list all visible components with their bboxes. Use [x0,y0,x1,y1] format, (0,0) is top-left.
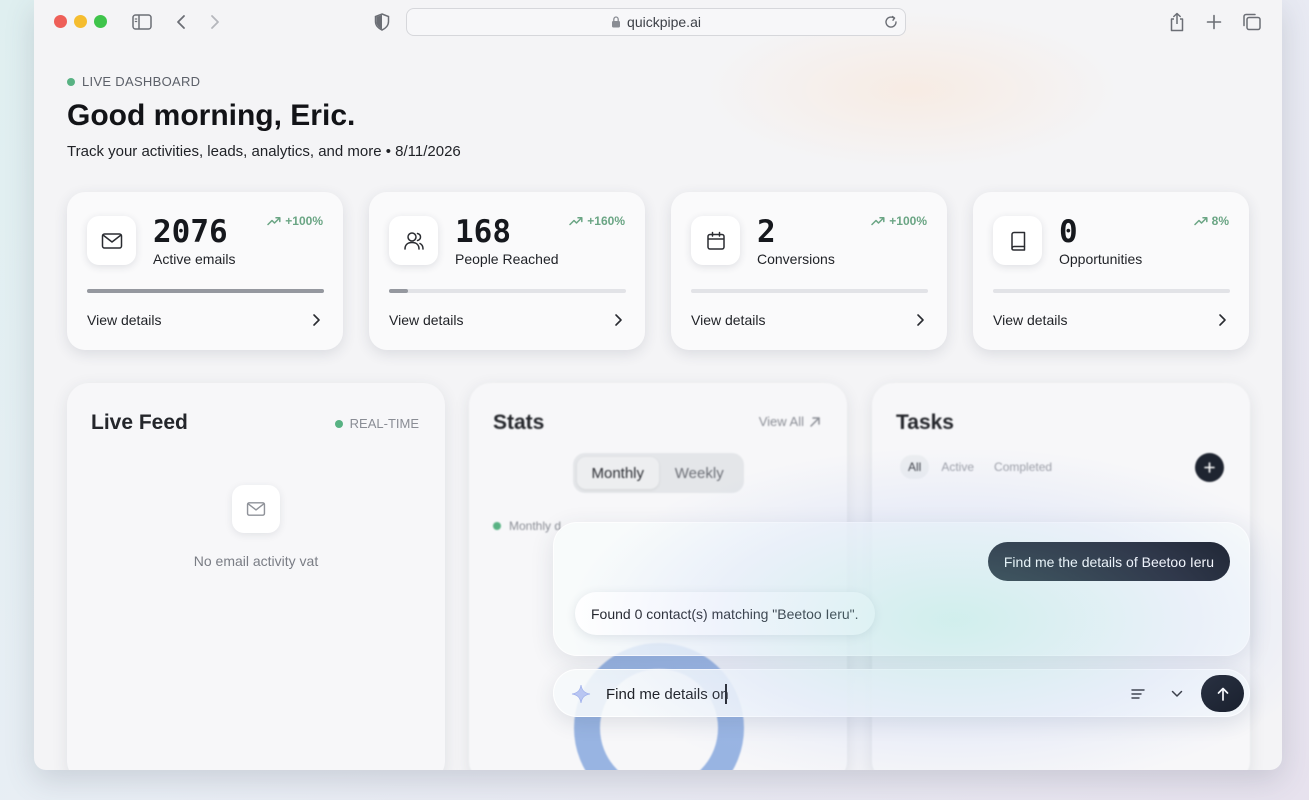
privacy-shield-icon[interactable] [369,9,395,35]
sparkle-icon [571,684,591,704]
stat-progress-fill [87,289,324,293]
stat-trend-value: +160% [587,214,625,228]
legend-label: Monthly d [509,519,562,533]
forward-icon[interactable] [202,9,228,35]
chat-panel: Find me the details of Beetoo Ieru Found… [553,522,1250,656]
realtime-badge: REAL-TIME [334,416,419,431]
menu-lines-icon[interactable] [1127,683,1149,705]
trend-up-icon [569,217,583,226]
stat-progress-bar [691,289,928,293]
page-title: Good morning, Eric. [67,99,356,132]
stat-trend-value: +100% [889,214,927,228]
mail-icon [232,485,280,533]
live-dot-icon [67,77,75,86]
view-details-link[interactable]: View details [691,312,765,328]
realtime-label: REAL-TIME [349,416,419,431]
tab-overview-icon[interactable] [1239,9,1265,35]
minimize-window-button[interactable] [74,15,87,28]
url-text: quickpipe.ai [627,14,701,30]
legend-dot-icon [493,522,501,530]
stat-card-active-emails: 2076 Active emails +100% View details [67,192,343,350]
lock-icon [612,16,621,28]
view-details-link[interactable]: View details [87,312,161,328]
calendar-icon [691,216,740,265]
maximize-window-button[interactable] [94,15,107,28]
toggle-monthly[interactable]: Monthly [577,457,659,489]
chevron-right-icon[interactable] [311,313,321,327]
back-icon[interactable] [168,9,194,35]
close-window-button[interactable] [54,15,67,28]
browser-toolbar: quickpipe.ai [34,0,1282,44]
tab-active[interactable]: Active [933,455,982,479]
page-subtitle: Track your activities, leads, analytics,… [67,143,461,160]
chevron-down-icon[interactable] [1166,683,1188,705]
stat-label: People Reached [455,251,559,267]
send-button[interactable] [1201,675,1244,712]
browser-window: quickpipe.ai LIVE DASHBOARD Good morning… [34,0,1282,770]
stat-trend: 8% [1193,214,1229,228]
stat-progress-bar [389,289,626,293]
stat-trend: +100% [871,214,927,228]
trend-up-icon [267,217,281,226]
add-task-button[interactable] [1195,453,1224,482]
live-feed-empty-text: No email activity vat [193,553,319,569]
trend-up-icon [871,217,885,226]
chat-composer [553,669,1250,717]
stats-title: Stats [493,411,545,434]
live-feed-title: Live Feed [91,411,188,434]
stat-label: Conversions [757,251,835,267]
trend-up-icon [1193,217,1208,226]
realtime-dot-icon [334,419,343,428]
chevron-right-icon[interactable] [1217,313,1227,327]
book-icon [993,216,1042,265]
mail-icon [87,216,136,265]
live-feed-panel: Live Feed REAL-TIME No email activity va… [67,383,445,770]
stat-trend: +160% [569,214,625,228]
view-details-link[interactable]: View details [389,312,463,328]
stat-value: 0 [1059,214,1078,250]
toggle-weekly[interactable]: Weekly [659,457,741,489]
arrow-up-icon [1217,687,1228,701]
live-dashboard-badge: LIVE DASHBOARD [67,74,200,89]
stat-value: 2076 [153,214,228,250]
stat-progress-fill [389,289,408,293]
reload-icon[interactable] [883,14,899,30]
task-filter-tabs: All Active Completed [900,455,1060,479]
address-bar[interactable]: quickpipe.ai [406,8,906,36]
chevron-right-icon[interactable] [915,313,925,327]
chart-legend: Monthly d [493,519,561,533]
chat-input[interactable] [606,679,1106,709]
stat-card-people-reached: 168 People Reached +160% View details [369,192,645,350]
share-icon[interactable] [1164,9,1190,35]
stat-trend-value: +100% [285,214,323,228]
stat-value: 2 [757,214,776,250]
chevron-right-icon[interactable] [613,313,623,327]
user-message: Find me the details of Beetoo Ieru [987,542,1230,581]
stat-trend: +100% [267,214,323,228]
text-cursor [725,684,727,704]
plus-icon [1204,462,1215,473]
tasks-title: Tasks [896,411,954,434]
stat-card-conversions: 2 Conversions +100% View details [671,192,947,350]
assistant-message: Found 0 contact(s) matching "Beetoo Ieru… [575,592,875,635]
view-all-link[interactable]: View All [759,414,821,429]
stat-progress-bar [993,289,1230,293]
sidebar-toggle-icon[interactable] [129,9,155,35]
stat-card-opportunities: 0 Opportunities 8% View details [973,192,1249,350]
stat-value: 168 [455,214,511,250]
new-tab-icon[interactable] [1201,9,1227,35]
live-dashboard-label: LIVE DASHBOARD [82,74,201,89]
users-icon [389,216,438,265]
stat-trend-value: 8% [1211,214,1229,228]
tab-completed[interactable]: Completed [986,455,1060,479]
view-details-link[interactable]: View details [993,312,1067,328]
stat-label: Opportunities [1059,251,1143,267]
stat-progress-bar [87,289,324,293]
arrow-up-right-icon [810,416,820,427]
view-all-label: View All [758,414,804,429]
period-toggle: Monthly Weekly [573,453,744,493]
stat-label: Active emails [153,251,236,267]
tab-all[interactable]: All [900,455,930,479]
